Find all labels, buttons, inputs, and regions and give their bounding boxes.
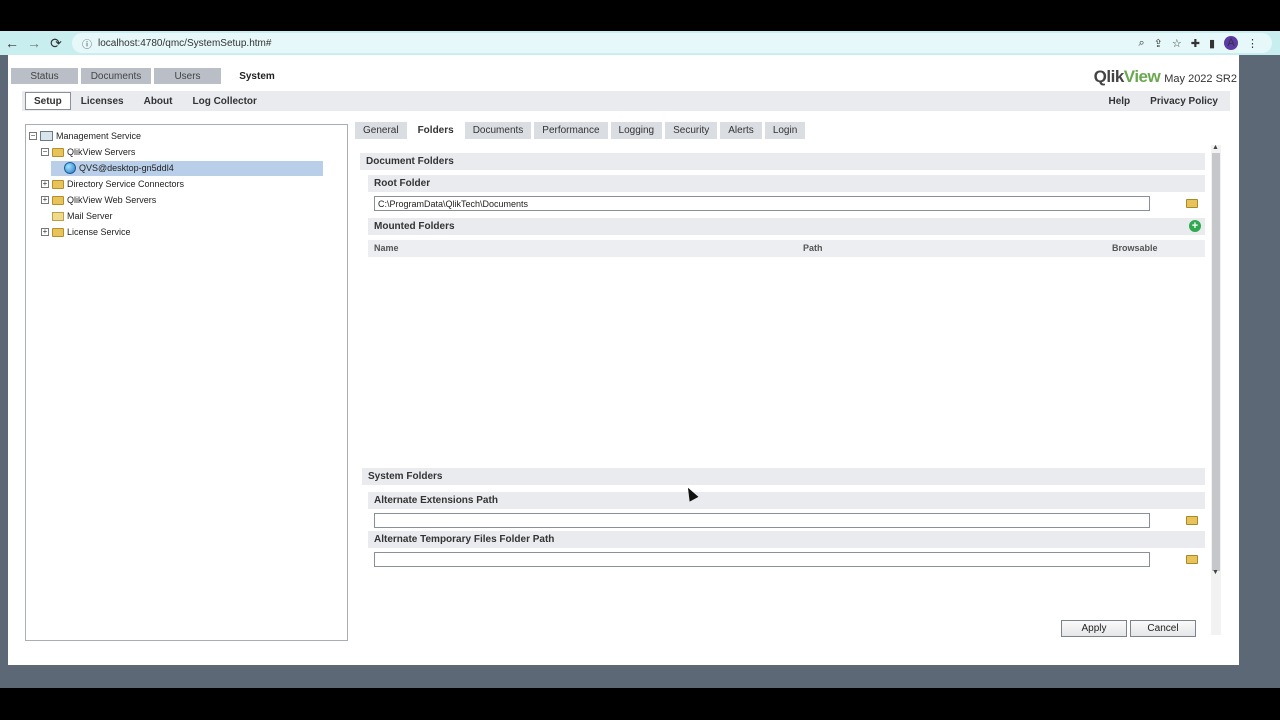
tab-alerts[interactable]: Alerts: [720, 122, 762, 139]
column-name: Name: [374, 243, 399, 253]
mail-icon: [52, 211, 64, 221]
browse-folder-icon[interactable]: [1186, 555, 1198, 564]
profile-avatar[interactable]: A: [1224, 36, 1238, 50]
mounted-folders-columns: Name Path Browsable: [368, 240, 1205, 257]
temp-files-path-label: Alternate Temporary Files Folder Path: [368, 531, 1205, 548]
tab-users[interactable]: Users: [154, 68, 221, 84]
scroll-up-icon[interactable]: ▲: [1212, 144, 1219, 151]
subtab-log-collector[interactable]: Log Collector: [182, 92, 266, 110]
tab-documents-settings[interactable]: Documents: [464, 122, 532, 139]
extensions-icon[interactable]: ✚: [1191, 37, 1200, 50]
tab-documents[interactable]: Documents: [81, 68, 151, 84]
tree-node-mail-server[interactable]: Mail Server: [26, 208, 347, 224]
subtab-licenses[interactable]: Licenses: [71, 92, 134, 110]
collapse-icon[interactable]: −: [29, 132, 37, 140]
tab-performance[interactable]: Performance: [534, 122, 608, 139]
mounted-folders-label: Mounted Folders: [368, 218, 1205, 235]
back-icon[interactable]: ←: [2, 33, 22, 53]
logo-brand-qlik: Qlik: [1093, 67, 1125, 86]
browse-folder-icon[interactable]: [1186, 516, 1198, 525]
service-tree: − Management Service − QlikView Servers …: [25, 124, 348, 641]
document-folders-header: Document Folders: [360, 153, 1205, 170]
folder-icon: [52, 147, 64, 157]
server-tabs: General Folders Documents Performance Lo…: [355, 122, 806, 139]
address-bar[interactable]: ⓘ localhost:4780/qmc/SystemSetup.htm# ⌕ …: [72, 33, 1272, 53]
subtab-setup[interactable]: Setup: [25, 92, 71, 110]
tree-label: License Service: [67, 227, 131, 237]
tree-label: QVS@desktop-gn5ddl4: [79, 163, 174, 173]
folders-panel: Document Folders Root Folder C:\ProgramD…: [354, 141, 1222, 581]
panel-scrollbar[interactable]: ▲ ▼: [1211, 144, 1221, 635]
privacy-policy-link[interactable]: Privacy Policy: [1150, 96, 1218, 107]
expand-icon[interactable]: +: [41, 180, 49, 188]
column-browsable: Browsable: [1112, 243, 1158, 253]
browse-folder-icon[interactable]: [1186, 199, 1198, 208]
menu-icon[interactable]: ⋮: [1247, 37, 1258, 50]
main-tabs: Status Documents Users System: [11, 68, 290, 84]
star-icon[interactable]: ☆: [1172, 37, 1182, 50]
tree-node-web-servers[interactable]: + QlikView Web Servers: [26, 192, 347, 208]
extensions-path-label: Alternate Extensions Path: [368, 492, 1205, 509]
browser-toolbar: ← → ⟳ ⓘ localhost:4780/qmc/SystemSetup.h…: [0, 31, 1280, 55]
folder-icon: [52, 227, 64, 237]
scroll-down-icon[interactable]: ▼: [1212, 569, 1219, 576]
expand-icon[interactable]: +: [41, 196, 49, 204]
tab-login[interactable]: Login: [764, 122, 806, 139]
tab-general[interactable]: General: [355, 122, 407, 139]
tree-label: Mail Server: [67, 211, 113, 221]
folder-icon: [52, 179, 64, 189]
folder-icon: [52, 195, 64, 205]
forward-icon[interactable]: →: [24, 33, 44, 53]
tree-label: QlikView Web Servers: [67, 195, 157, 205]
network-icon: [40, 131, 53, 141]
qmc-window: Status Documents Users System Qlik View …: [8, 55, 1239, 665]
column-path: Path: [803, 243, 823, 253]
tab-system[interactable]: System: [224, 68, 290, 84]
root-folder-input[interactable]: C:\ProgramData\QlikTech\Documents: [374, 196, 1150, 211]
tab-security[interactable]: Security: [665, 122, 718, 139]
collapse-icon[interactable]: −: [41, 148, 49, 156]
system-folders-header: System Folders: [362, 468, 1205, 485]
help-link[interactable]: Help: [1109, 96, 1131, 107]
tree-node-qlikview-servers[interactable]: − QlikView Servers: [26, 144, 347, 160]
url-text[interactable]: localhost:4780/qmc/SystemSetup.htm#: [98, 38, 271, 49]
apply-button[interactable]: Apply: [1061, 620, 1127, 637]
cancel-button[interactable]: Cancel: [1130, 620, 1196, 637]
zoom-icon[interactable]: ⌕: [1138, 37, 1144, 50]
tab-status[interactable]: Status: [11, 68, 78, 84]
tree-node-management-service[interactable]: − Management Service: [26, 128, 347, 144]
sub-navigation: Setup Licenses About Log Collector Help …: [22, 91, 1230, 111]
root-folder-label: Root Folder: [368, 175, 1205, 192]
tab-logging[interactable]: Logging: [610, 122, 663, 139]
extensions-path-input[interactable]: [374, 513, 1150, 528]
globe-icon: [64, 162, 76, 174]
info-icon[interactable]: ⓘ: [82, 36, 92, 51]
qlikview-logo: Qlik View May 2022 SR2: [1094, 67, 1237, 87]
tree-node-qvs-server[interactable]: QVS@desktop-gn5ddl4: [26, 160, 347, 176]
tree-label: Management Service: [56, 131, 142, 141]
tree-node-license-service[interactable]: + License Service: [26, 224, 347, 240]
scroll-thumb[interactable]: [1212, 153, 1220, 571]
version-label: May 2022 SR2: [1164, 73, 1237, 85]
tab-folders[interactable]: Folders: [409, 122, 462, 139]
tree-node-directory-service-connectors[interactable]: + Directory Service Connectors: [26, 176, 347, 192]
tree-label: QlikView Servers: [67, 147, 136, 157]
reload-icon[interactable]: ⟳: [46, 33, 66, 53]
expand-icon[interactable]: +: [41, 228, 49, 236]
sidepanel-icon[interactable]: ▮: [1209, 37, 1215, 50]
subtab-about[interactable]: About: [134, 92, 183, 110]
logo-brand-view: View: [1123, 67, 1161, 86]
share-icon[interactable]: ⇪: [1154, 37, 1163, 50]
temp-files-path-input[interactable]: [374, 552, 1150, 567]
tree-label: Directory Service Connectors: [67, 179, 185, 189]
add-mounted-folder-icon[interactable]: +: [1189, 220, 1201, 232]
